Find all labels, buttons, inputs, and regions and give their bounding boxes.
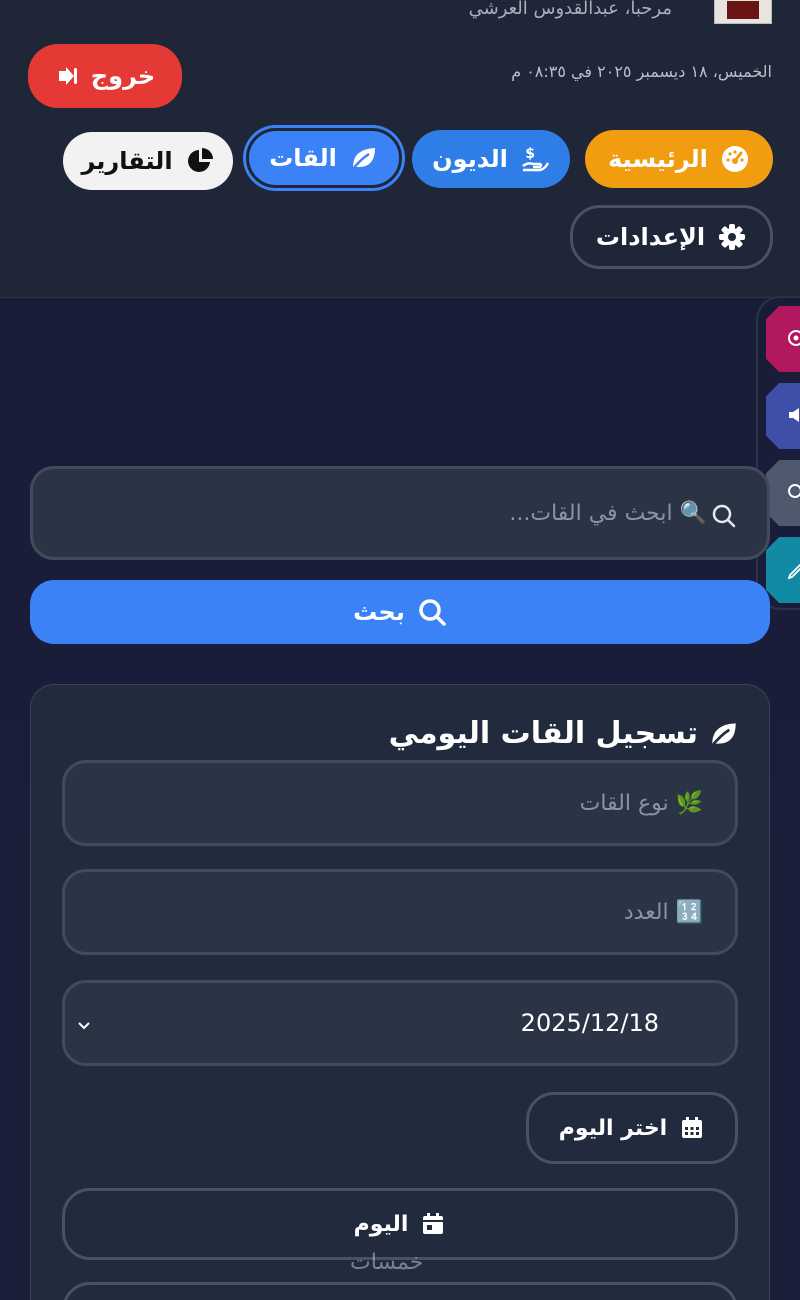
nav-settings-label: الإعدادات: [595, 223, 706, 251]
card-title: تسجيل القات اليومي: [389, 716, 740, 751]
qat-count-placeholder: 🔢 العدد: [623, 899, 703, 925]
leaf-icon: [708, 718, 740, 750]
search-button-label: بحث: [353, 598, 405, 626]
hand-holding-dollar-icon: $: [520, 144, 550, 174]
nav-settings[interactable]: الإعدادات: [570, 205, 773, 269]
date-value: 2025/12/18: [520, 1009, 659, 1037]
chevron-down-icon: [77, 1019, 91, 1035]
speaker-icon: [786, 405, 800, 425]
search-icon: [786, 482, 800, 502]
choose-day-label: اختر اليوم: [558, 1115, 668, 1141]
top-header: مرحبا، عبدالقدوس العرشي الخميس، ١٨ ديسمب…: [0, 0, 800, 298]
pencil-icon: [786, 559, 800, 579]
search-placeholder: 🔍 ابحث في القات...: [509, 500, 707, 526]
avatar[interactable]: [714, 0, 772, 24]
welcome-text: مرحبا، عبدالقدوس العرشي: [468, 0, 672, 19]
nav-home-label: الرئيسية: [608, 145, 708, 173]
date-select[interactable]: 2025/12/18: [62, 980, 738, 1066]
side-tab-target[interactable]: [766, 306, 800, 372]
watermark: خمسات: [350, 1250, 424, 1275]
side-tab-edit[interactable]: [766, 537, 800, 603]
nav-reports-label: التقارير: [81, 147, 173, 175]
sign-out-icon: [55, 64, 79, 88]
gear-icon: [717, 222, 747, 252]
nav-home[interactable]: الرئيسية: [585, 130, 773, 188]
next-button[interactable]: [62, 1282, 738, 1300]
logout-button[interactable]: خروج: [28, 44, 182, 108]
nav-qat-label: القات: [269, 144, 337, 172]
today-label: اليوم: [353, 1211, 409, 1237]
qat-type-placeholder: 🌿 نوع القات: [579, 790, 703, 816]
nav-reports[interactable]: التقارير: [63, 132, 233, 190]
nav-debts[interactable]: $ الديون: [412, 130, 570, 188]
nav-qat[interactable]: القات: [246, 128, 402, 188]
calendar-icon: [420, 1211, 446, 1237]
calendar-days-icon: [679, 1115, 705, 1141]
qat-count-input[interactable]: 🔢 العدد: [62, 869, 738, 955]
search-icon: [711, 503, 737, 529]
side-tab-search[interactable]: [766, 460, 800, 526]
nav-debts-label: الديون: [432, 145, 508, 173]
qat-type-input[interactable]: 🌿 نوع القات: [62, 760, 738, 846]
current-datetime: الخميس، ١٨ ديسمبر ٢٠٢٥ في ٠٨:٣٥ م: [511, 62, 772, 81]
search-input[interactable]: 🔍 ابحث في القات...: [30, 466, 770, 560]
pie-chart-icon: [185, 146, 215, 176]
leaf-icon: [349, 143, 379, 173]
side-tab-sound[interactable]: [766, 383, 800, 449]
target-icon: [786, 328, 800, 348]
choose-day-button[interactable]: اختر اليوم: [526, 1092, 738, 1164]
logout-label: خروج: [90, 62, 156, 90]
svg-text:$: $: [525, 146, 535, 162]
card-title-text: تسجيل القات اليومي: [388, 716, 698, 751]
search-button[interactable]: بحث: [30, 580, 770, 644]
dashboard-icon: [720, 144, 750, 174]
magnifier-icon: [417, 597, 447, 627]
